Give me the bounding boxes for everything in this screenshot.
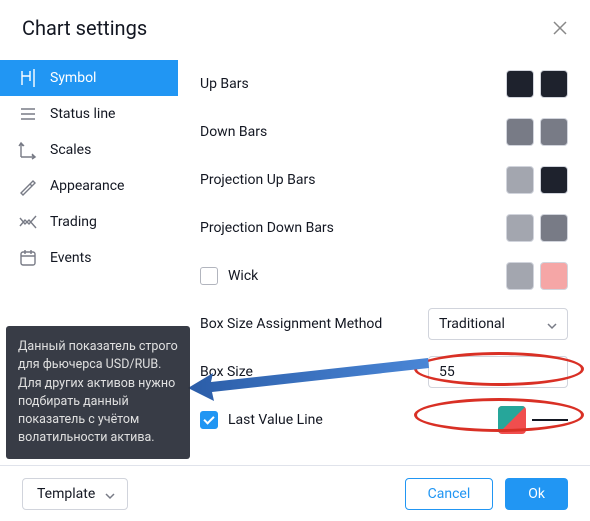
color-swatch-fill[interactable] — [506, 70, 534, 98]
row-label: Box Size — [200, 364, 253, 380]
trading-icon — [18, 212, 38, 232]
row-label: Projection Down Bars — [200, 220, 334, 236]
symbol-icon — [18, 68, 38, 88]
dialog-header: Chart settings — [0, 0, 590, 50]
row-label: Down Bars — [200, 124, 267, 140]
sidebar-item-label: Events — [50, 250, 91, 266]
color-swatch-border[interactable] — [540, 70, 568, 98]
row-label: Up Bars — [200, 76, 249, 92]
row-last-value-line: Last Value Line — [200, 396, 568, 444]
row-label: Box Size Assignment Method — [200, 316, 382, 332]
row-label: Projection Up Bars — [200, 172, 315, 188]
ok-button[interactable]: Ok — [505, 478, 568, 510]
color-swatch-fill[interactable] — [506, 118, 534, 146]
chevron-down-icon — [547, 319, 557, 329]
chart-settings-dialog: Chart settings Symbol Status line Scales… — [0, 0, 590, 521]
dialog-title: Chart settings — [22, 16, 147, 40]
sidebar-item-status-line[interactable]: Status line — [0, 96, 178, 132]
color-swatch-border[interactable] — [540, 118, 568, 146]
status-line-icon — [18, 104, 38, 124]
color-swatch-border[interactable] — [540, 262, 568, 290]
cancel-button[interactable]: Cancel — [405, 478, 494, 510]
chevron-down-icon — [105, 489, 115, 499]
color-swatch-border[interactable] — [540, 214, 568, 242]
last-value-line-checkbox[interactable] — [200, 411, 218, 429]
select-value: Traditional — [439, 316, 505, 332]
dialog-footer: Template Cancel Ok — [0, 465, 590, 521]
row-up-bars: Up Bars — [200, 60, 568, 108]
row-label: Last Value Line — [228, 412, 323, 428]
sidebar-item-label: Trading — [50, 214, 97, 230]
annotation-tooltip: Данный показатель строго для фьючерса US… — [6, 326, 190, 459]
color-swatch-fill[interactable] — [506, 214, 534, 242]
row-down-bars: Down Bars — [200, 108, 568, 156]
sidebar-item-events[interactable]: Events — [0, 240, 178, 276]
sidebar-item-label: Status line — [50, 106, 115, 122]
sidebar-item-scales[interactable]: Scales — [0, 132, 178, 168]
sidebar-item-label: Scales — [50, 142, 91, 158]
settings-content: Up Bars Down Bars Projection Up Bars — [178, 50, 590, 465]
events-icon — [18, 248, 38, 268]
sidebar-item-trading[interactable]: Trading — [0, 204, 178, 240]
row-projection-down-bars: Projection Down Bars — [200, 204, 568, 252]
line-style-chip[interactable] — [532, 416, 568, 424]
color-swatch-fill[interactable] — [506, 262, 534, 290]
row-box-size: Box Size 55 — [200, 348, 568, 396]
sidebar-item-label: Appearance — [50, 178, 124, 194]
row-projection-up-bars: Projection Up Bars — [200, 156, 568, 204]
wick-checkbox[interactable] — [200, 267, 218, 285]
input-value: 55 — [439, 364, 455, 380]
row-box-size-method: Box Size Assignment Method Traditional — [200, 300, 568, 348]
template-button[interactable]: Template — [22, 478, 128, 510]
sidebar-item-label: Symbol — [50, 70, 96, 86]
sidebar-item-symbol[interactable]: Symbol — [0, 60, 178, 96]
sidebar-item-appearance[interactable]: Appearance — [0, 168, 178, 204]
scales-icon — [18, 140, 38, 160]
appearance-icon — [18, 176, 38, 196]
color-swatch-split[interactable] — [498, 406, 526, 434]
row-label: Wick — [228, 268, 258, 284]
template-label: Template — [37, 486, 95, 502]
color-swatch-border[interactable] — [540, 166, 568, 194]
box-size-input[interactable]: 55 — [428, 356, 568, 388]
row-wick: Wick — [200, 252, 568, 300]
tooltip-text: Данный показатель строго для фьючерса US… — [18, 339, 178, 445]
close-icon[interactable] — [552, 20, 568, 36]
color-swatch-fill[interactable] — [506, 166, 534, 194]
method-select[interactable]: Traditional — [428, 308, 568, 340]
